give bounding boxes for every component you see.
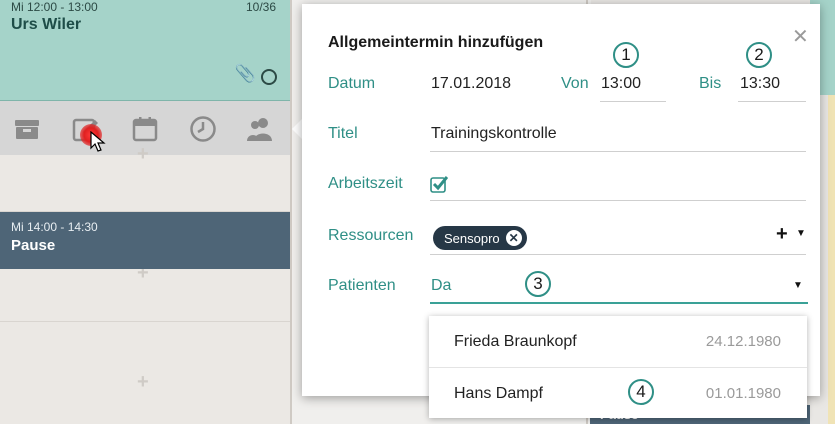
annotation-badge: 4 [628, 379, 654, 405]
annotation-badge: 3 [525, 271, 551, 297]
chevron-down-icon[interactable]: ▼ [793, 280, 803, 291]
appointment-time: Mi 14:00 - 14:30 [11, 220, 98, 234]
list-item[interactable]: Frieda Braunkopf 24.12.1980 [429, 316, 807, 366]
resource-chip[interactable]: Sensopro ✕ [433, 226, 527, 250]
titel-label: Titel [328, 125, 358, 142]
ressourcen-label: Ressourcen [328, 227, 414, 244]
people-icon[interactable] [245, 114, 275, 144]
archive-icon[interactable] [12, 114, 42, 144]
patient-name: Frieda Braunkopf [454, 333, 577, 350]
calendar-icon[interactable] [130, 114, 160, 144]
appointment-card[interactable]: Mi 14:00 - 14:30 Pause [0, 212, 290, 269]
arbeitszeit-checkbox[interactable] [430, 175, 448, 193]
patienten-input[interactable]: Da [431, 277, 451, 295]
annotation-badge: 2 [746, 42, 772, 68]
von-label: Von [561, 75, 589, 92]
close-icon[interactable]: ✕ [792, 24, 809, 49]
resource-chip-label: Sensopro [444, 230, 500, 246]
bis-underline [738, 101, 806, 102]
appointment-time: Mi 12:00 - 13:00 [11, 0, 98, 14]
patienten-underline [430, 302, 808, 304]
appointment-card-edge[interactable] [828, 95, 835, 424]
chevron-down-icon[interactable]: ▼ [796, 228, 806, 239]
appointment-name: Urs Wiler [11, 16, 82, 33]
status-circle-icon[interactable] [261, 69, 277, 85]
add-resource-icon[interactable]: + [776, 223, 788, 246]
dialog-title: Allgemeintermin hinzufügen [328, 34, 544, 51]
appointment-name: Pause [11, 237, 56, 254]
arbeitszeit-underline [430, 200, 806, 201]
remove-chip-icon[interactable]: ✕ [505, 230, 522, 246]
ressourcen-underline [430, 254, 806, 255]
patient-name: Hans Dampf [454, 385, 543, 402]
titel-input[interactable]: Trainingskontrolle [431, 125, 557, 143]
patient-birthdate: 01.01.1980 [705, 385, 781, 402]
add-slot-icon[interactable]: + [137, 143, 149, 166]
mouse-cursor-icon [90, 131, 106, 152]
patient-suggestions: Frieda Braunkopf 24.12.1980 Hans Dampf 0… [429, 316, 807, 418]
time-gridline [0, 321, 290, 322]
bis-label: Bis [699, 75, 722, 92]
appointment-card[interactable]: Mi 12:00 - 13:00 10/36 Urs Wiler 📎 [0, 0, 290, 101]
add-slot-icon[interactable]: + [137, 371, 149, 394]
clock-icon[interactable] [188, 114, 218, 144]
list-item[interactable]: Hans Dampf 01.01.1980 [429, 368, 807, 418]
annotation-badge: 1 [613, 42, 639, 68]
column-divider [290, 0, 292, 424]
datum-label: Datum [328, 75, 376, 92]
datum-field[interactable]: 17.01.2018 [431, 75, 511, 93]
arbeitszeit-label: Arbeitszeit [328, 175, 403, 192]
appointment-count: 10/36 [245, 0, 276, 14]
paperclip-icon[interactable]: 📎 [235, 64, 256, 84]
patienten-label: Patienten [328, 277, 396, 294]
bis-time-field[interactable]: 13:30 [740, 75, 780, 93]
titel-underline [430, 151, 806, 152]
von-time-field[interactable]: 13:00 [601, 75, 641, 93]
patient-birthdate: 24.12.1980 [705, 333, 781, 350]
von-underline [600, 101, 666, 102]
